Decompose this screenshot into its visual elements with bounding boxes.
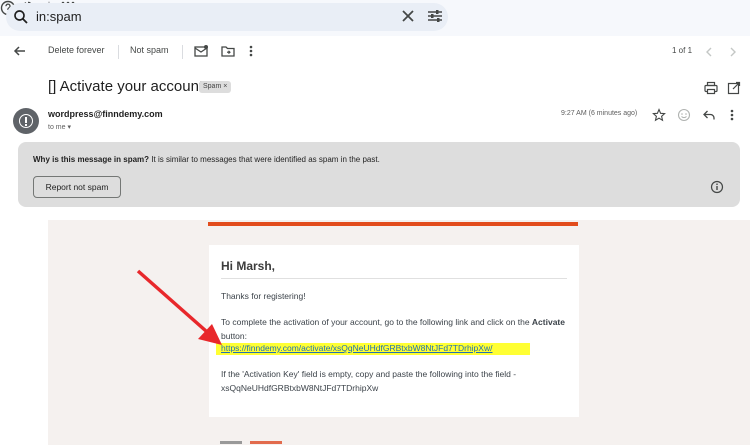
activation-link-highlight: https://finndemy.com/activate/xsQqNeUHdf… bbox=[216, 343, 530, 355]
activation-link[interactable]: https://finndemy.com/activate/xsQqNeUHdf… bbox=[221, 343, 492, 353]
divider bbox=[221, 278, 567, 279]
chevron-left-icon[interactable] bbox=[703, 45, 715, 64]
clear-search-icon[interactable] bbox=[401, 9, 415, 28]
chevron-right-icon[interactable] bbox=[727, 45, 739, 64]
not-spam-button[interactable]: Not spam bbox=[130, 45, 169, 55]
move-to-icon[interactable] bbox=[221, 44, 235, 63]
sender-avatar bbox=[13, 108, 39, 134]
search-box[interactable]: in:spam bbox=[6, 3, 448, 31]
more-options-icon[interactable] bbox=[248, 44, 254, 63]
reply-icon[interactable] bbox=[702, 108, 716, 127]
email-subject: [] Activate your account bbox=[48, 78, 204, 95]
activation-key-text: If the 'Activation Key' field is empty, … bbox=[221, 367, 571, 395]
sender-email[interactable]: wordpress@finndemy.com bbox=[48, 109, 163, 119]
activation-key: xsQqNeUHdfGRBtxbW8NtJFd7TDrhipXw bbox=[221, 383, 379, 393]
report-not-spam-button[interactable]: Report not spam bbox=[33, 176, 121, 198]
spam-label-chip[interactable]: Spam × bbox=[199, 81, 232, 93]
email-content-card: Hi Marsh, Thanks for registering! To com… bbox=[209, 245, 579, 417]
instruction-text: To complete the activation of your accou… bbox=[221, 317, 565, 341]
mark-unread-icon[interactable] bbox=[194, 44, 208, 63]
greeting-heading: Hi Marsh, bbox=[221, 259, 276, 273]
top-bar: in:spam bbox=[0, 0, 750, 36]
spam-warning-banner: Why is this message in spam? It is simil… bbox=[18, 142, 740, 207]
print-icon[interactable] bbox=[704, 81, 718, 100]
emoji-reaction-icon[interactable] bbox=[677, 108, 691, 127]
back-arrow-icon[interactable] bbox=[12, 43, 28, 64]
pagination-text: 1 of 1 bbox=[672, 46, 693, 55]
footer-text-cutoff bbox=[220, 440, 300, 445]
delete-forever-button[interactable]: Delete forever bbox=[48, 45, 105, 55]
email-header-accent-bar bbox=[208, 222, 578, 226]
recipient-details-toggle[interactable]: to me ▾ bbox=[48, 123, 71, 131]
search-input[interactable]: in:spam bbox=[36, 9, 82, 24]
message-toolbar: Delete forever Not spam 1 of 1 bbox=[0, 36, 750, 68]
search-icon[interactable] bbox=[12, 8, 30, 31]
spam-reason-text: Why is this message in spam? It is simil… bbox=[33, 155, 380, 164]
open-in-new-window-icon[interactable] bbox=[727, 81, 741, 100]
search-options-icon[interactable] bbox=[427, 9, 443, 28]
toolbar-divider bbox=[118, 45, 119, 59]
star-icon[interactable] bbox=[652, 108, 666, 127]
received-time: 9:27 AM (6 minutes ago) bbox=[561, 110, 638, 117]
more-actions-icon[interactable] bbox=[729, 108, 735, 127]
toolbar-divider bbox=[182, 45, 183, 59]
thanks-text: Thanks for registering! bbox=[221, 291, 306, 301]
info-icon[interactable] bbox=[710, 180, 724, 199]
